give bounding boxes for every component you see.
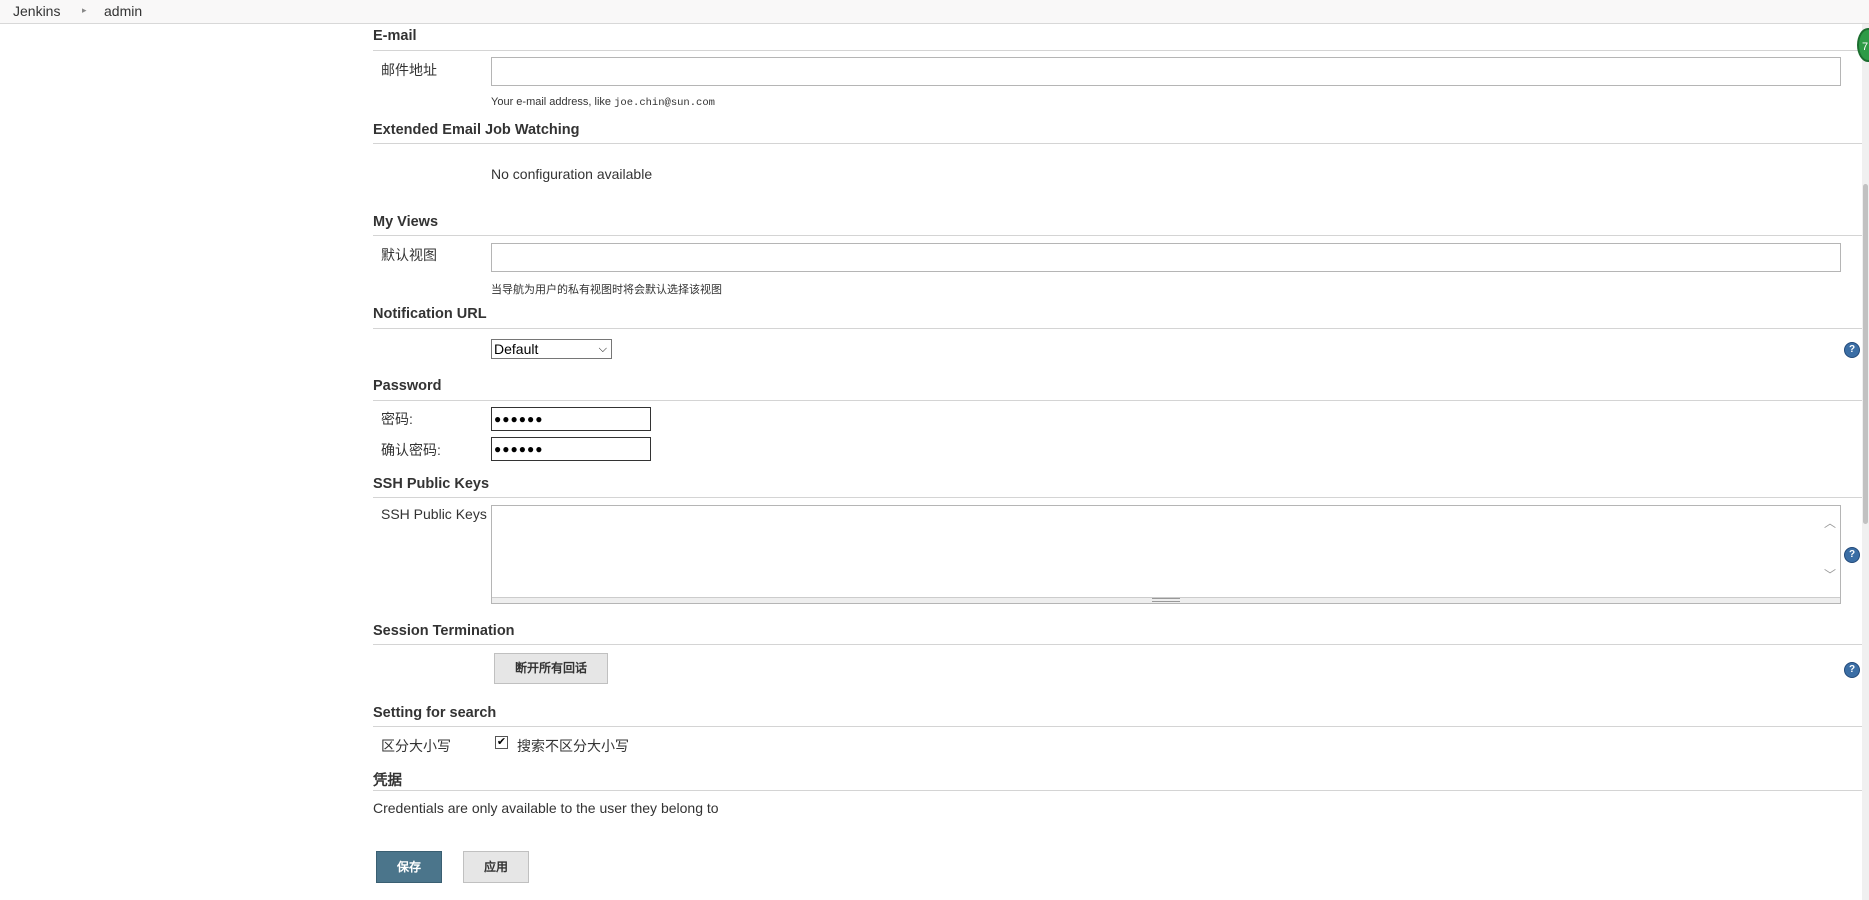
extended-email-message: No configuration available	[491, 166, 653, 182]
section-title-credentials: 凭据	[373, 773, 402, 789]
notification-url-select[interactable]: Default ⌵	[491, 339, 612, 359]
breadcrumb-item-jenkins[interactable]: Jenkins	[13, 3, 60, 19]
help-icon[interactable]: ?	[1844, 342, 1860, 358]
notification-url-selected: Default	[494, 341, 539, 357]
section-divider	[373, 400, 1869, 401]
section-title-password: Password	[373, 378, 442, 394]
email-hint: Your e-mail address, like joe.chin@sun.c…	[491, 96, 715, 109]
scroll-down-icon[interactable]: ﹀	[1824, 566, 1836, 583]
section-title-my-views: My Views	[373, 214, 439, 230]
password-field[interactable]: ●●●●●●	[491, 407, 651, 431]
default-view-label: 默认视图	[381, 247, 437, 263]
password-label: 密码:	[381, 411, 413, 427]
section-title-ssh: SSH Public Keys	[373, 476, 490, 492]
section-divider	[373, 726, 1869, 727]
help-icon[interactable]: ?	[1844, 547, 1860, 563]
scroll-up-icon[interactable]: ︿	[1824, 514, 1836, 531]
email-hint-text: Your e-mail address, like	[491, 96, 615, 108]
section-title-search: Setting for search	[373, 705, 497, 721]
ssh-keys-textarea[interactable]: ︿ ﹀	[491, 505, 1841, 604]
section-divider	[373, 790, 1869, 791]
section-divider	[373, 644, 1869, 645]
breadcrumb-item-admin[interactable]: admin	[104, 3, 142, 19]
badge-icon[interactable]: 7	[1857, 28, 1869, 62]
apply-button[interactable]: 应用	[463, 851, 529, 883]
section-title-notification-url: Notification URL	[373, 306, 487, 322]
email-hint-example: joe.chin@sun.com	[614, 97, 715, 109]
save-button[interactable]: 保存	[376, 851, 442, 883]
case-insensitive-checkbox-label[interactable]: 搜索不区分大小写	[517, 736, 629, 756]
chevron-down-icon: ⌵	[598, 343, 607, 355]
section-title-email: E-mail	[373, 28, 417, 44]
section-title-session: Session Termination	[373, 623, 515, 639]
email-field[interactable]	[491, 57, 1841, 86]
breadcrumb-separator-icon: ▸	[82, 5, 87, 15]
page-scrollbar[interactable]	[1862, 24, 1869, 900]
case-sensitive-label: 区分大小写	[381, 738, 451, 754]
default-view-field[interactable]	[491, 243, 1841, 272]
confirm-password-field[interactable]: ●●●●●●	[491, 437, 651, 461]
grip-icon	[1152, 598, 1180, 602]
section-divider	[373, 143, 1869, 144]
section-divider	[373, 50, 1869, 51]
section-divider	[373, 328, 1869, 329]
section-divider	[373, 235, 1869, 236]
check-icon: ✔	[496, 736, 507, 748]
ssh-keys-label: SSH Public Keys	[381, 506, 487, 522]
section-title-extended-email: Extended Email Job Watching	[373, 122, 580, 138]
breadcrumb: Jenkins ▸ admin	[0, 0, 1869, 24]
confirm-password-label: 确认密码:	[381, 442, 441, 458]
scrollbar-thumb[interactable]	[1863, 184, 1868, 524]
textarea-resize-handle[interactable]	[492, 597, 1840, 603]
case-insensitive-checkbox[interactable]: ✔	[495, 736, 508, 749]
section-divider	[373, 497, 1869, 498]
help-icon[interactable]: ?	[1844, 662, 1860, 678]
default-view-hint: 当导航为用户的私有视图时将会默认选择该视图	[491, 284, 722, 296]
credentials-message: Credentials are only available to the us…	[373, 800, 719, 816]
terminate-sessions-button[interactable]: 断开所有回话	[494, 653, 608, 684]
email-label: 邮件地址	[381, 62, 437, 78]
